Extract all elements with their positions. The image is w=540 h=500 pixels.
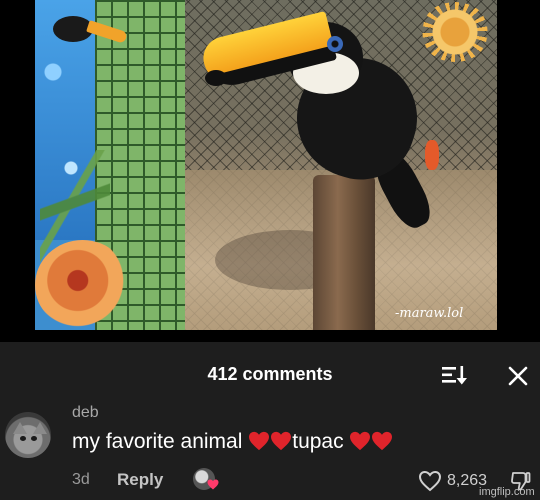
red-heart-emoji-icon	[271, 431, 292, 451]
wooden-post	[313, 175, 375, 330]
comment-text-part-2: tupac	[292, 430, 350, 453]
creator-heart-icon	[207, 479, 219, 490]
avatar-ear	[33, 422, 47, 434]
comment-timestamp: 3d	[72, 471, 90, 488]
toucan-eye	[327, 36, 343, 52]
comments-panel: 412 comments deb my favorite animal tupa…	[0, 342, 540, 500]
small-toucan-sticker	[43, 6, 128, 52]
small-toucan-beak	[86, 20, 128, 44]
avatar-eye	[31, 436, 37, 441]
heart-outline-icon[interactable]	[418, 470, 442, 492]
reply-button[interactable]: Reply	[117, 470, 163, 490]
artist-signature: -maraw.lol	[395, 306, 464, 321]
avatar-ear	[13, 422, 27, 434]
sun-sticker	[420, 2, 490, 62]
avatar-eye	[20, 436, 26, 441]
toucan-vent	[425, 140, 439, 170]
avatar[interactable]	[5, 412, 51, 458]
sort-icon[interactable]	[440, 362, 468, 388]
red-heart-emoji-icon	[350, 431, 371, 451]
red-heart-emoji-icon	[249, 431, 270, 451]
toucan-collage-image: -maraw.lol	[35, 0, 497, 330]
comment-text: my favorite animal tupac	[72, 430, 393, 454]
hibiscus-flower	[35, 240, 130, 330]
comment-username[interactable]: deb	[72, 404, 99, 422]
video-frame[interactable]: -maraw.lol	[0, 0, 540, 342]
imgflip-watermark: imgflip.com	[479, 486, 535, 498]
toucan-beak-tip	[205, 70, 227, 86]
red-heart-emoji-icon	[372, 431, 393, 451]
close-icon[interactable]	[504, 362, 532, 390]
comment-text-part-1: my favorite animal	[72, 430, 249, 453]
